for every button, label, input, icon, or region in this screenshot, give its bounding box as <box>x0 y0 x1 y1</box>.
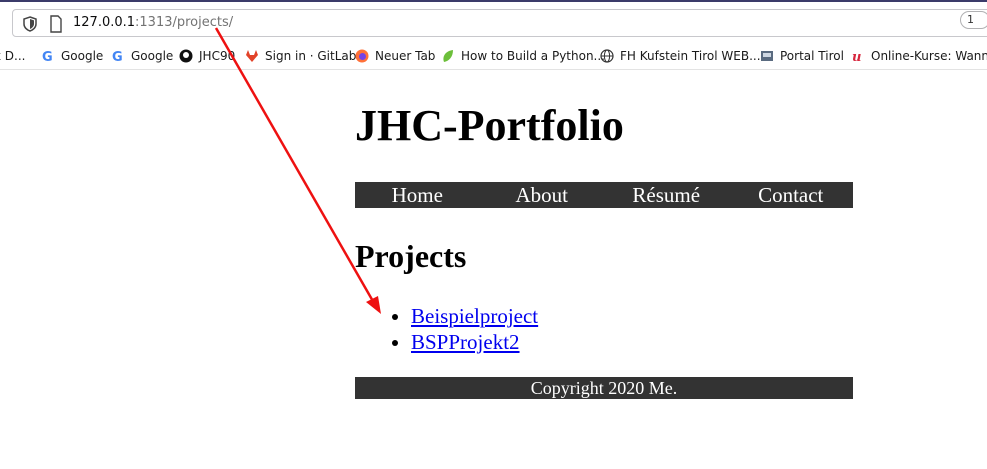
bookmarks-bar: k D... G Google G Google JHC90 Sign in ·… <box>0 42 987 70</box>
bookmark-google-2[interactable]: G Google <box>111 47 173 65</box>
udemy-icon: u <box>852 50 861 63</box>
bookmark-google-1[interactable]: G Google <box>41 47 103 65</box>
globe-icon <box>600 49 614 63</box>
google-icon: G <box>112 50 123 63</box>
bookmark-gitlab[interactable]: Sign in · GitLab <box>245 47 356 65</box>
google-icon: G <box>42 50 53 63</box>
section-title: Projects <box>355 238 467 274</box>
bookmark-label: Online-Kurse: Wann u <box>871 49 987 63</box>
bookmark-label: Sign in · GitLab <box>265 49 357 63</box>
address-bar[interactable]: 127.0.0.1:1313/projects/ <box>12 9 987 37</box>
project-link-2[interactable]: BSPProjekt2 <box>411 330 520 354</box>
url-text[interactable]: 127.0.0.1:1313/projects/ <box>73 15 233 30</box>
bookmark-neuer-tab[interactable]: Neuer Tab <box>355 47 435 65</box>
page-info-icon[interactable] <box>49 15 63 33</box>
github-icon <box>179 49 193 63</box>
project-list: Beispielproject BSPProjekt2 <box>387 303 538 355</box>
bookmark-fh-kufstein[interactable]: FH Kufstein Tirol WEB... <box>600 47 761 65</box>
nav-contact[interactable]: Contact <box>729 182 854 208</box>
shield-icon[interactable] <box>23 16 37 32</box>
gitlab-icon <box>246 50 258 62</box>
list-item: Beispielproject <box>411 303 538 329</box>
page-footer: Copyright 2020 Me. <box>355 377 853 399</box>
nav-home[interactable]: Home <box>355 182 480 208</box>
url-host: 127.0.0.1 <box>73 15 136 30</box>
arrow-head <box>366 296 381 314</box>
bookmark-label: Portal Tirol <box>780 49 844 63</box>
bookmark-label: JHC90 <box>199 49 236 63</box>
bookmark-label: Google <box>131 49 174 63</box>
svg-text:G: G <box>112 50 123 63</box>
bookmark-label: Google <box>61 49 104 63</box>
bookmark-label: FH Kufstein Tirol WEB... <box>620 49 761 63</box>
page-title: JHC-Portfolio <box>355 101 624 150</box>
toolbar-badge[interactable]: 1 <box>960 11 987 29</box>
main-nav: Home About Résumé Contact <box>355 182 853 208</box>
firefox-icon <box>355 49 369 63</box>
list-item: BSPProjekt2 <box>411 329 538 355</box>
bookmark-github[interactable]: JHC90 <box>179 47 235 65</box>
svg-text:u: u <box>852 50 861 63</box>
bookmark-udemy[interactable]: u Online-Kurse: Wann u <box>851 47 987 65</box>
nav-about[interactable]: About <box>480 182 605 208</box>
bookmark-label: How to Build a Python... <box>461 49 605 63</box>
svg-text:G: G <box>42 50 53 63</box>
bookmark-label: Neuer Tab <box>375 49 436 63</box>
bookmark-python[interactable]: How to Build a Python... <box>441 47 605 65</box>
portal-icon <box>761 51 773 61</box>
url-path: :1313/projects/ <box>135 15 234 30</box>
bookmark-label: k D... <box>0 49 26 63</box>
nav-resume[interactable]: Résumé <box>604 182 729 208</box>
toolbar: 127.0.0.1:1313/projects/ 1 <box>0 6 987 40</box>
leaf-icon <box>443 50 453 62</box>
project-link-1[interactable]: Beispielproject <box>411 304 538 328</box>
bookmark-portal-tirol[interactable]: Portal Tirol <box>760 47 844 65</box>
bookmark-item[interactable]: k D... <box>0 47 25 65</box>
